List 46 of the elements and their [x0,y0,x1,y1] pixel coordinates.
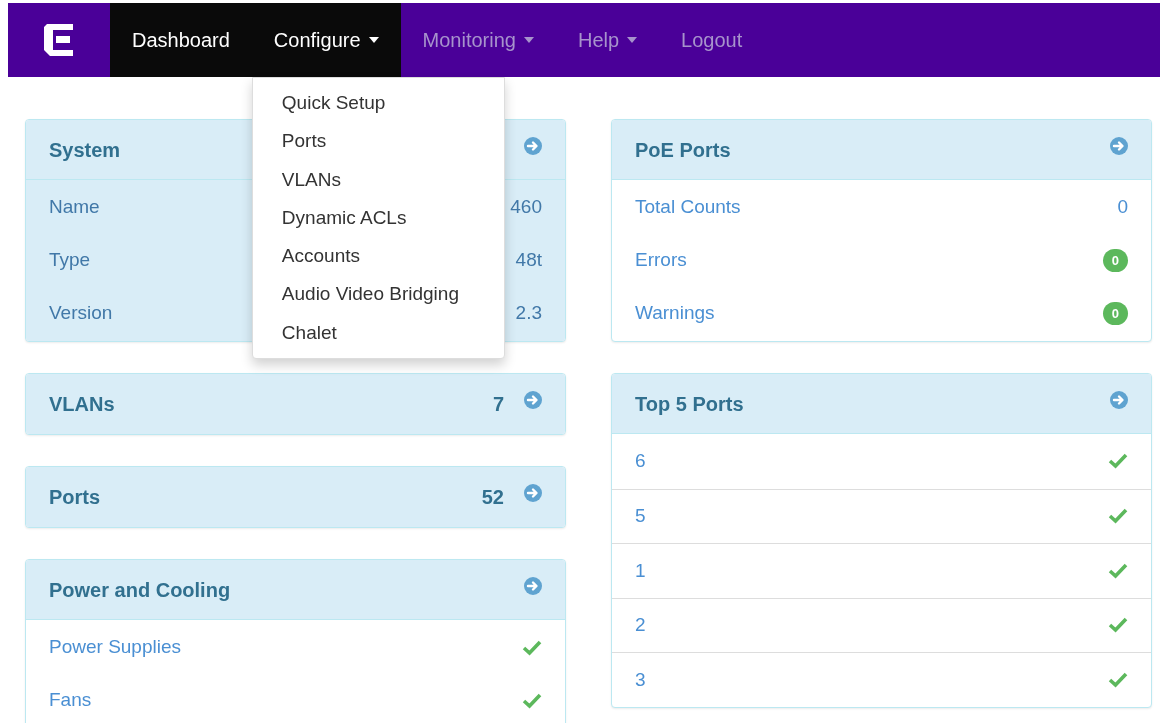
menu-item[interactable]: Chalet [252,313,504,353]
arrow-circle-icon[interactable] [1110,391,1128,409]
logo [44,24,74,56]
field-label: Name [49,195,100,220]
row-link[interactable]: Total Counts [635,193,741,222]
row-link[interactable]: Power Supplies [49,633,182,662]
menu-item[interactable]: Audio Video Bridging [252,275,504,314]
menu-item[interactable]: Accounts [252,237,504,276]
row-link[interactable]: Warnings [635,299,715,328]
port-link[interactable]: 2 [635,611,646,640]
nav-item[interactable]: Configure [251,3,401,77]
row-value: 0 [1117,195,1128,220]
panel-title: PoE Ports [635,137,731,163]
nav-item[interactable]: Logout [659,3,765,77]
row-link[interactable]: Fans [49,686,92,715]
count-badge: 0 [1102,301,1128,326]
count-text: 52 [481,485,504,510]
port-link[interactable]: 6 [635,447,646,476]
panel-title: VLANs [49,392,115,417]
row-link[interactable]: Errors [635,246,687,275]
menu-item[interactable]: Dynamic ACLs [252,198,504,238]
menu-item[interactable]: VLANs [252,160,504,199]
field-value: 48t [515,248,542,273]
port-link[interactable]: 5 [635,502,646,531]
field-value: 460 [510,195,542,220]
port-link[interactable]: 1 [635,556,646,585]
nav-item[interactable]: Monitoring [400,3,556,77]
nav-item[interactable]: Dashboard [110,3,252,77]
count-badge: 0 [1102,248,1128,273]
menu-item[interactable]: Quick Setup [252,84,504,123]
arrow-circle-icon[interactable] [524,391,542,409]
field-value: 2.3 [515,301,542,326]
arrow-circle-icon[interactable] [524,137,542,155]
panel-title: System [49,137,121,163]
field-label: Type [49,248,91,273]
count-text: 7 [492,392,504,417]
field-label: Version [49,301,113,326]
menu-item[interactable]: Ports [252,122,504,161]
panel-title: Top 5 Ports [635,391,744,417]
port-link[interactable]: 3 [635,665,646,694]
arrow-circle-icon[interactable] [1110,137,1128,155]
panel-title: Power and Cooling [49,577,231,603]
panel-title: Ports [49,485,101,510]
arrow-circle-icon[interactable] [524,577,542,595]
nav-item[interactable]: Help [555,3,660,77]
arrow-circle-icon[interactable] [524,484,542,502]
